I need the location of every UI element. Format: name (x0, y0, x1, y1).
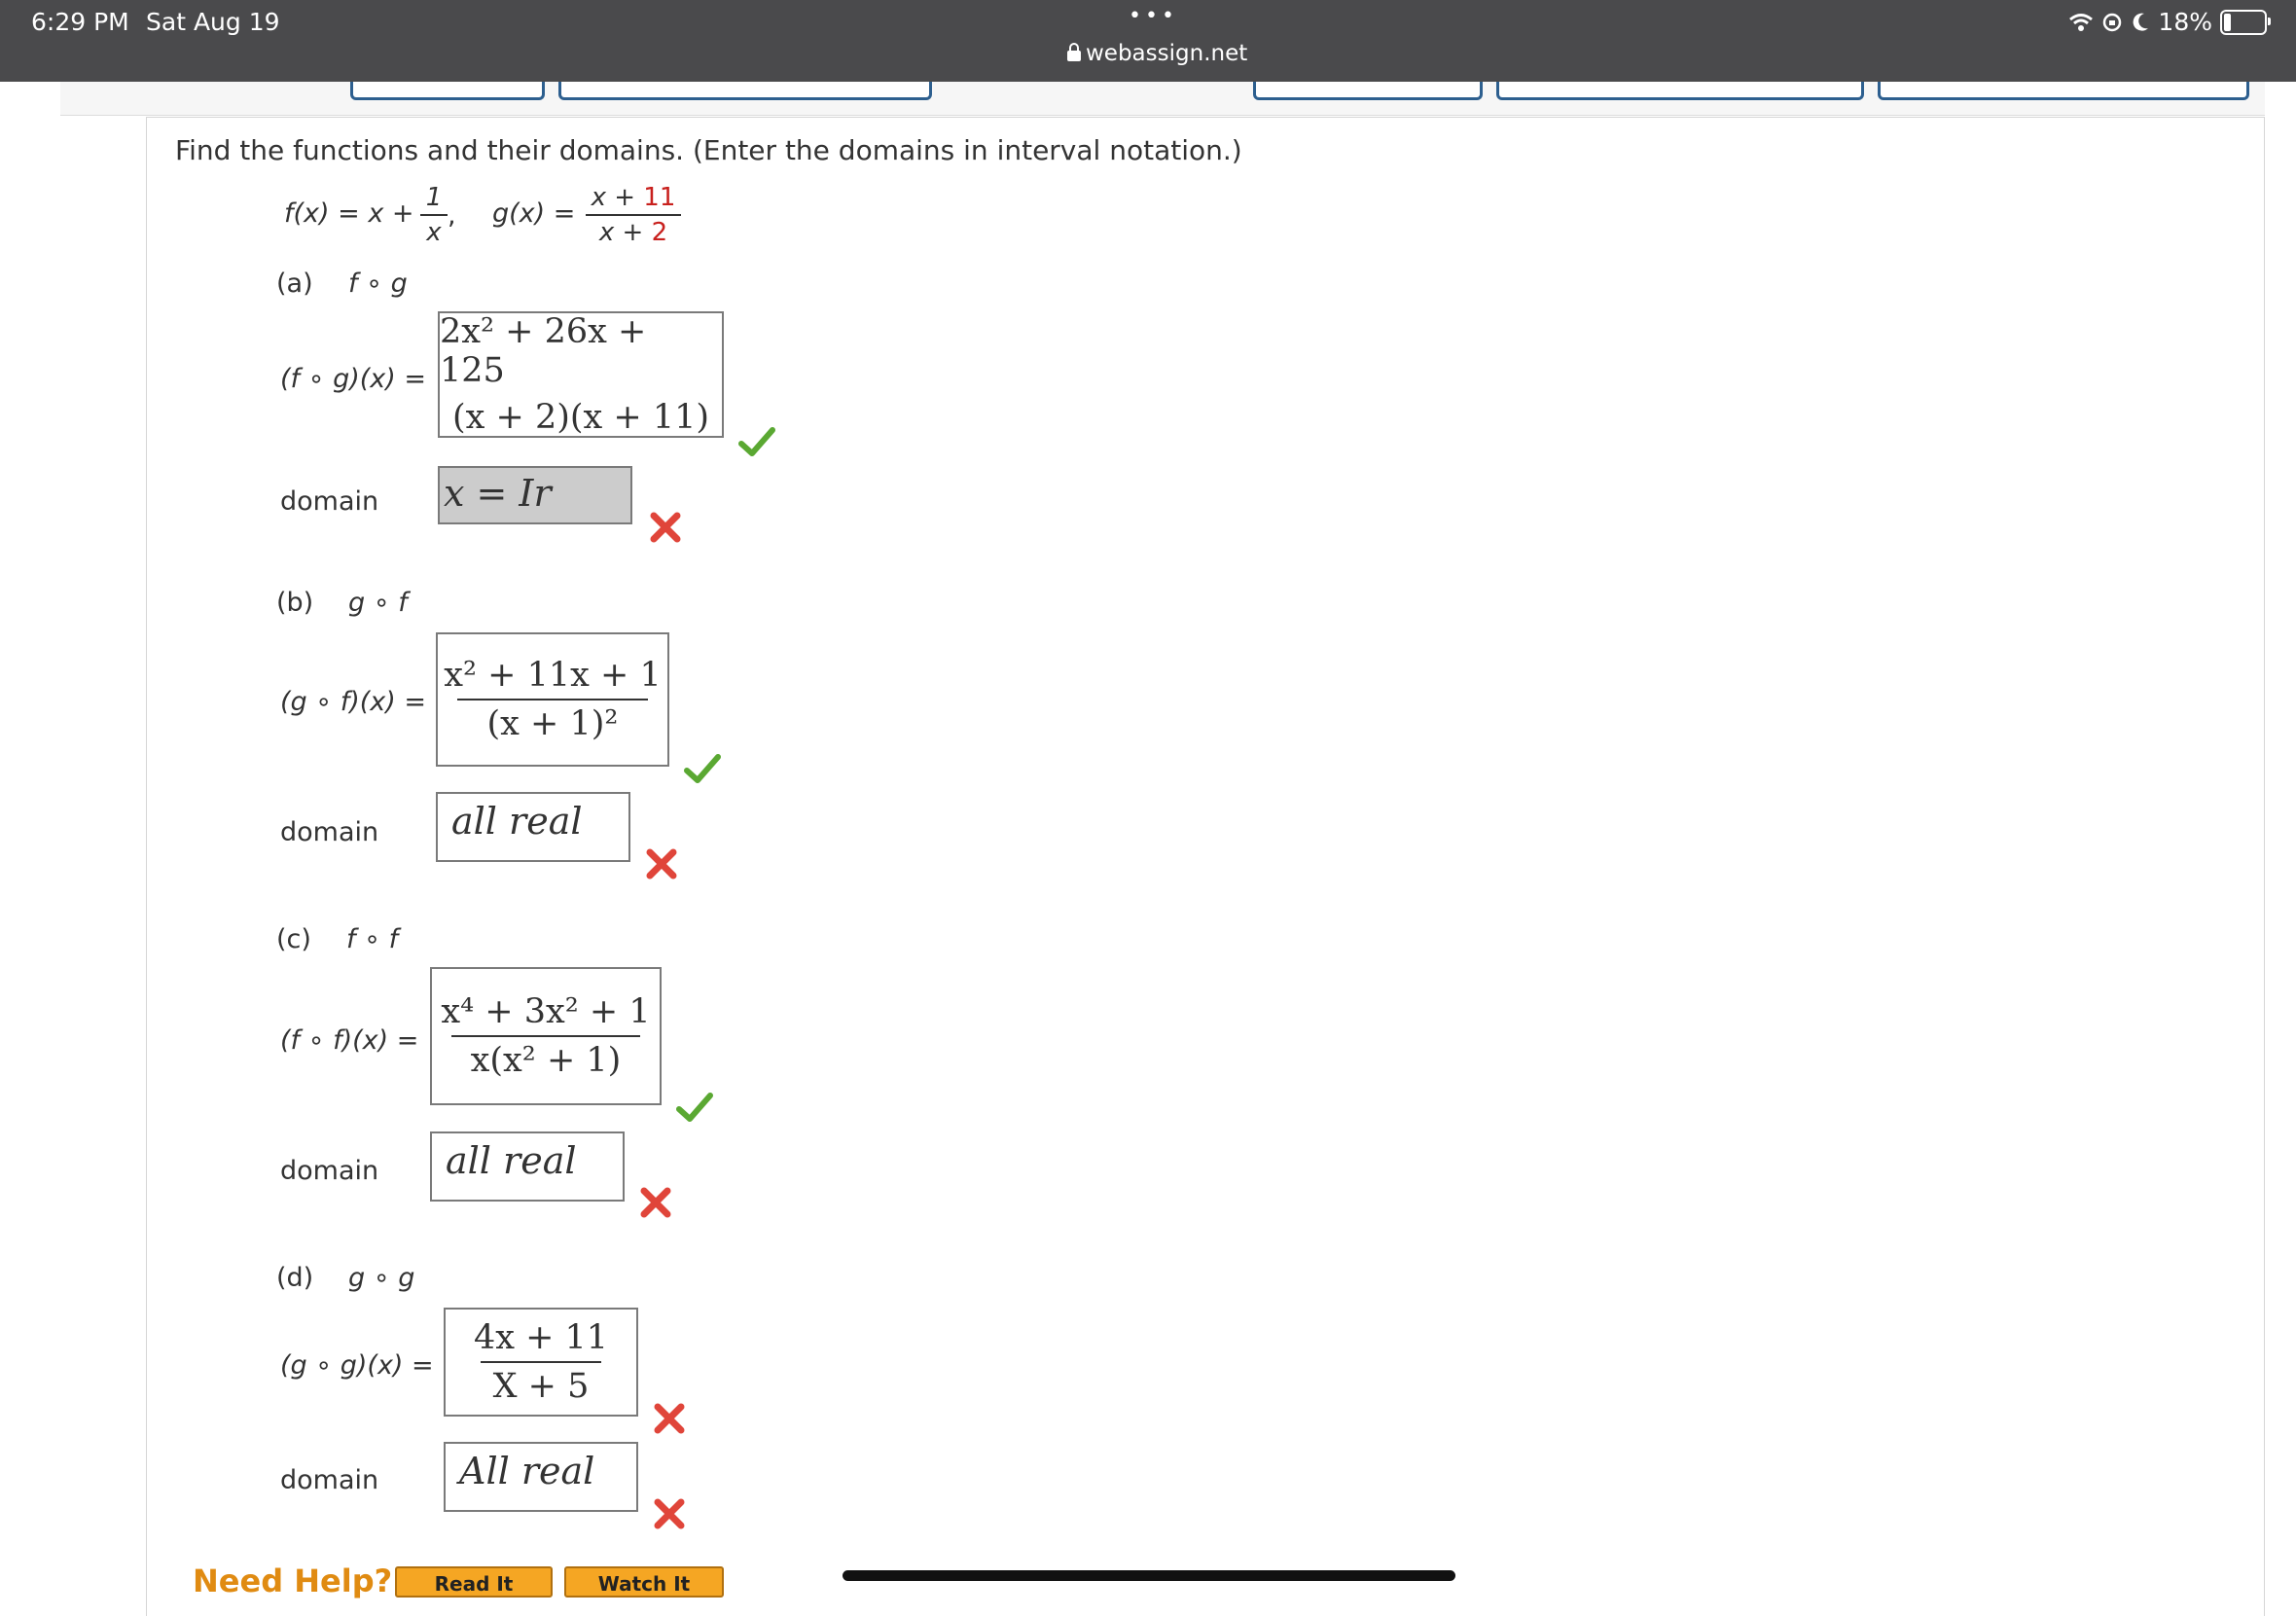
x-mark-icon (640, 1187, 671, 1218)
part-c-answer-box[interactable]: x⁴ + 3x² + 1 x(x² + 1) (430, 967, 662, 1105)
part-d-num: 4x + 11 (473, 1318, 609, 1357)
part-d-op: g ∘ g (348, 1263, 415, 1293)
orientation-lock-icon (2103, 13, 2122, 31)
part-a-answer: 2x² + 26x + 125 (x + 2)(x + 11) (440, 312, 722, 437)
part-c-domain-label: domain (280, 1156, 379, 1186)
nav-button-5[interactable] (1878, 82, 2249, 100)
f-fraction: 1 x (420, 183, 448, 247)
status-time: 6:29 PM (31, 8, 129, 36)
part-b-num: x² + 11x + 1 (444, 656, 662, 695)
part-d-domain-value: All real (459, 1450, 595, 1492)
part-b-answer: x² + 11x + 1 (x + 1)² (438, 634, 667, 765)
watch-it-button[interactable]: Watch It (564, 1566, 724, 1598)
f-num: 1 (425, 183, 443, 212)
part-b-domain-value: all real (451, 800, 583, 843)
home-indicator[interactable] (843, 1570, 1455, 1581)
g-den: x + 2 (599, 218, 667, 247)
g-num: x + 11 (592, 183, 676, 212)
part-c-label: (c) (276, 924, 311, 954)
part-c-expr-label: (f ∘ f)(x) = (280, 1025, 419, 1056)
g-fraction: x + 11 x + 2 (586, 183, 681, 247)
part-d-den: X + 5 (492, 1367, 590, 1406)
x-mark-icon (654, 1498, 685, 1529)
part-d-domain-input[interactable]: All real (444, 1442, 638, 1512)
status-bar: 6:29 PM Sat Aug 19 ••• webassign.net 18% (0, 0, 2296, 82)
moon-icon (2134, 13, 2149, 31)
part-a-domain-value: x = Ir (444, 472, 552, 515)
check-icon (676, 1093, 713, 1122)
need-help-title: Need Help? (193, 1562, 393, 1599)
battery-level (2224, 13, 2231, 31)
part-a-num: 2x² + 26x + 125 (440, 312, 647, 390)
part-b-den: (x + 1)² (486, 704, 619, 743)
part-b-op: g ∘ f (348, 588, 408, 618)
x-mark-icon (646, 848, 677, 880)
part-d-label: (d) (276, 1263, 314, 1293)
question-instruction: Find the functions and their domains. (E… (175, 134, 1242, 166)
f-separator: , (448, 200, 456, 231)
check-icon (738, 427, 775, 456)
part-c-answer: x⁴ + 3x² + 1 x(x² + 1) (432, 969, 660, 1103)
part-a-answer-box[interactable]: 2x² + 26x + 125 (x + 2)(x + 11) (438, 311, 724, 438)
g-den-a: x + (598, 218, 652, 247)
read-it-button[interactable]: Read It (395, 1566, 553, 1598)
part-b-answer-box[interactable]: x² + 11x + 1 (x + 1)² (436, 632, 669, 767)
part-a-label: (a) (276, 269, 313, 299)
g-den-b: 2 (651, 218, 668, 247)
part-b-label: (b) (276, 588, 314, 618)
address-bar[interactable]: webassign.net (1066, 41, 1247, 66)
part-a-den: (x + 2)(x + 11) (451, 398, 710, 437)
part-d-answer-box[interactable]: 4x + 11 X + 5 (444, 1308, 638, 1417)
part-c-op: f ∘ f (346, 924, 399, 954)
x-mark-icon (650, 512, 681, 543)
f-definition: f(x) = x + (284, 198, 414, 229)
status-icons: 18% (2068, 8, 2271, 36)
g-lhs: g(x) = (492, 198, 576, 229)
f-lhs: f(x) = x + (284, 198, 414, 229)
battery-percent: 18% (2158, 8, 2212, 36)
part-a-expr-label: (f ∘ g)(x) = (280, 364, 427, 394)
part-b-domain-label: domain (280, 817, 379, 847)
f-den: x (426, 218, 442, 247)
nav-button-1[interactable] (350, 82, 545, 100)
part-a-op: f ∘ g (348, 269, 408, 299)
part-d-domain-label: domain (280, 1465, 379, 1495)
url-text: webassign.net (1086, 41, 1248, 66)
part-c-domain-input[interactable]: all real (430, 1131, 625, 1202)
wifi-icon (2069, 13, 2094, 31)
part-b-expr-label: (g ∘ f)(x) = (280, 687, 427, 717)
part-b-domain-input[interactable]: all real (436, 792, 630, 862)
nav-button-3[interactable] (1253, 82, 1483, 100)
x-mark-icon (654, 1403, 685, 1434)
g-num-b: 11 (643, 183, 676, 212)
lock-icon (1067, 43, 1081, 61)
part-d-expr-label: (g ∘ g)(x) = (280, 1350, 434, 1381)
battery-icon (2220, 9, 2271, 35)
status-date: Sat Aug 19 (146, 8, 280, 36)
g-num-a: x + (591, 183, 644, 212)
nav-button-2[interactable] (558, 82, 932, 100)
part-d-answer: 4x + 11 X + 5 (446, 1310, 636, 1415)
part-c-domain-value: all real (446, 1139, 577, 1182)
nav-button-4[interactable] (1496, 82, 1864, 100)
part-a-domain-input[interactable]: x = Ir (438, 466, 632, 524)
part-c-den: x(x² + 1) (470, 1041, 622, 1080)
check-icon (684, 754, 721, 783)
part-a-domain-label: domain (280, 486, 379, 517)
part-c-num: x⁴ + 3x² + 1 (441, 992, 651, 1031)
multitasking-dots[interactable]: ••• (1129, 4, 1178, 28)
